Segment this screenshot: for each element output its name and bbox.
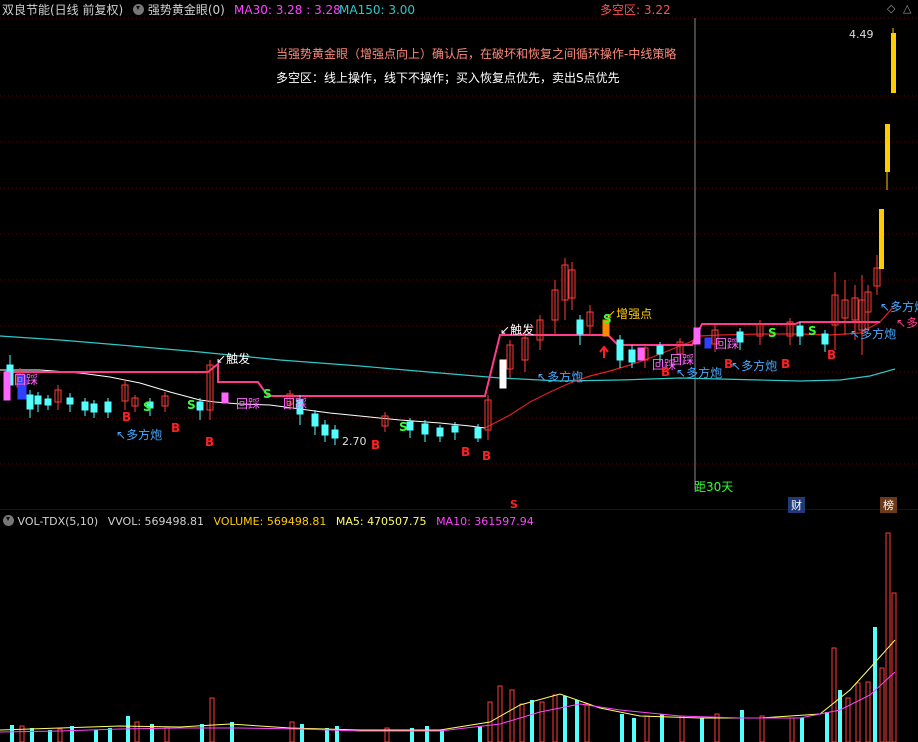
volume-ma10-line xyxy=(0,671,896,733)
volume-bars xyxy=(10,532,897,742)
volume-chart[interactable] xyxy=(0,0,918,742)
